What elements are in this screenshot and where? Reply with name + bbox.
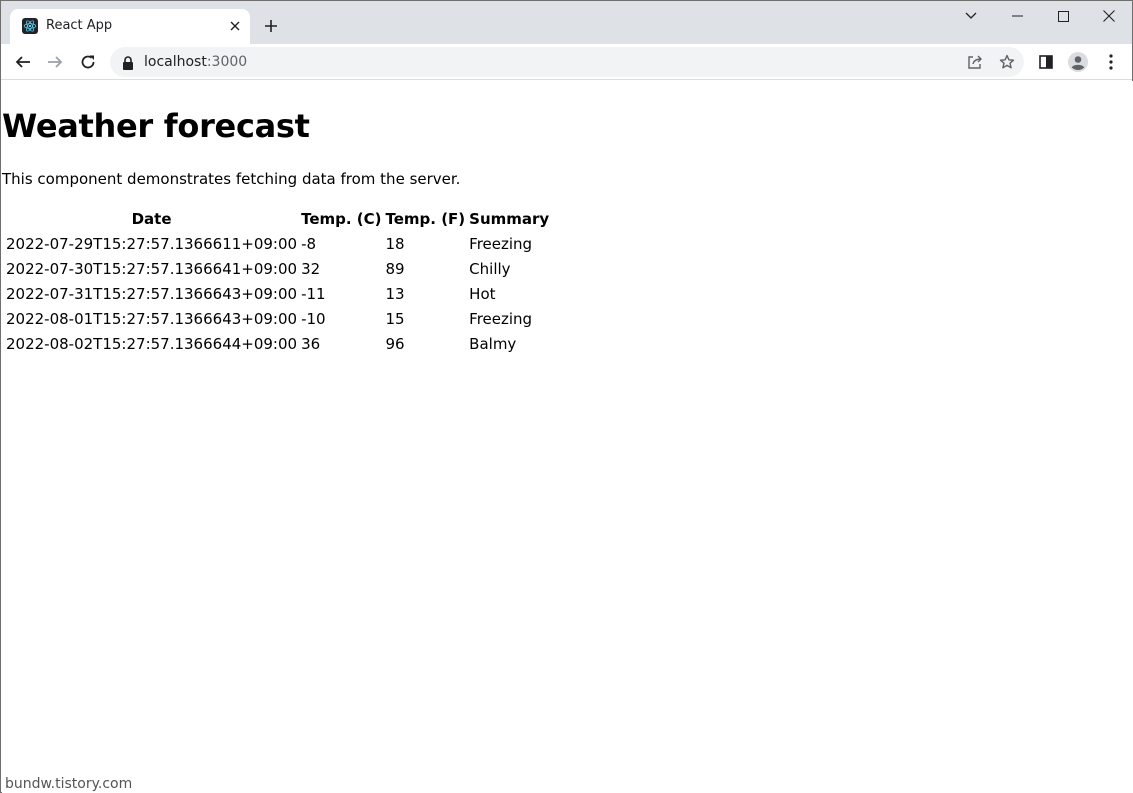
cell-date: 2022-08-02T15:27:57.1366644+09:00 [6, 335, 298, 353]
url-host: localhost [144, 54, 207, 70]
cell-date: 2022-08-01T15:27:57.1366643+09:00 [6, 310, 298, 328]
cell-temp-f: 96 [385, 335, 405, 353]
cell-temp-f: 89 [385, 260, 405, 278]
browser-toolbar: localhost:3000 [1, 44, 1132, 80]
cell-summary: Freezing [469, 310, 533, 328]
cell-date: 2022-07-29T15:27:57.1366611+09:00 [6, 235, 298, 253]
cell-summary: Balmy [469, 335, 517, 353]
url-port: :3000 [206, 54, 248, 70]
page-content: Weather forecast This component demonstr… [2, 81, 1133, 793]
watermark-text: bundw.tistory.com [5, 776, 133, 792]
maximize-icon[interactable] [1040, 1, 1086, 31]
cell-temp-c: -8 [301, 235, 317, 253]
cell-temp-c: 32 [301, 260, 321, 278]
side-panel-icon[interactable] [1034, 50, 1058, 74]
browser-window: React App localhost:3000 Weather forecas… [0, 0, 1133, 793]
cell-date: 2022-07-31T15:27:57.1366643+09:00 [6, 285, 298, 303]
header-temp-c: Temp. (C) [301, 210, 382, 228]
header-temp-f: Temp. (F) [385, 210, 466, 228]
table-row: 2022-07-29T15:27:57.1366611+09:00 -8 18 … [5, 233, 550, 256]
close-window-icon[interactable] [1086, 1, 1132, 31]
reload-icon[interactable] [75, 49, 101, 75]
react-logo-icon [22, 18, 38, 34]
table-row: 2022-08-01T15:27:57.1366643+09:00 -10 15… [5, 308, 550, 331]
tab-react-app[interactable]: React App [10, 9, 250, 44]
table-row: 2022-07-30T15:27:57.1366641+09:00 32 89 … [5, 258, 550, 281]
cell-summary: Hot [469, 285, 496, 303]
minimize-icon[interactable] [994, 1, 1040, 31]
lock-icon[interactable] [122, 55, 134, 70]
bookmark-star-icon[interactable] [997, 52, 1017, 72]
cell-temp-f: 18 [385, 235, 405, 253]
back-arrow-icon[interactable] [10, 49, 36, 75]
new-tab-plus-icon[interactable] [261, 16, 281, 36]
cell-date: 2022-07-30T15:27:57.1366641+09:00 [6, 260, 298, 278]
cell-temp-f: 15 [385, 310, 405, 328]
close-tab-icon[interactable] [226, 17, 244, 35]
table-header-row: Date Temp. (C) Temp. (F) Summary [5, 208, 550, 231]
header-summary: Summary [469, 210, 550, 228]
address-bar[interactable]: localhost:3000 [110, 47, 1024, 77]
url-text[interactable]: localhost:3000 [144, 54, 247, 70]
tab-title: React App [46, 18, 113, 33]
cell-temp-c: 36 [301, 335, 321, 353]
share-icon[interactable] [965, 52, 985, 72]
page-title: Weather forecast [2, 107, 310, 145]
cell-temp-c: -11 [301, 285, 326, 303]
profile-avatar-icon[interactable] [1066, 50, 1090, 74]
cell-temp-f: 13 [385, 285, 405, 303]
tab-strip: React App [1, 1, 1132, 44]
forecast-table: Date Temp. (C) Temp. (F) Summary 2022-07… [3, 206, 552, 358]
tab-search-chevron-down-icon[interactable] [948, 1, 994, 31]
forward-arrow-icon[interactable] [42, 49, 68, 75]
page-description: This component demonstrates fetching dat… [2, 170, 461, 188]
more-menu-icon[interactable] [1099, 50, 1123, 74]
header-date: Date [131, 210, 172, 228]
cell-temp-c: -10 [301, 310, 326, 328]
cell-summary: Chilly [469, 260, 511, 278]
table-row: 2022-07-31T15:27:57.1366643+09:00 -11 13… [5, 283, 550, 306]
cell-summary: Freezing [469, 235, 533, 253]
table-row: 2022-08-02T15:27:57.1366644+09:00 36 96 … [5, 333, 550, 356]
